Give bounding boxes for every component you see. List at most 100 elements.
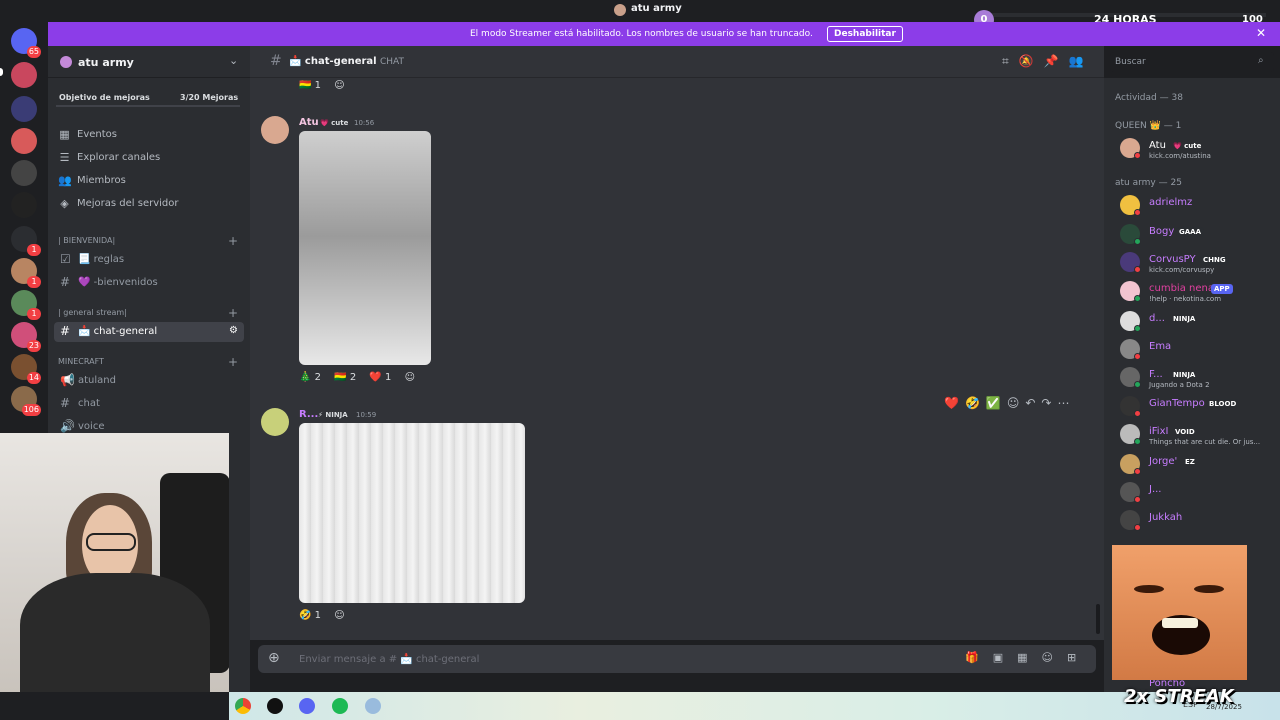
meme-overlay <box>1112 545 1247 680</box>
message-timestamp: 10:56 <box>354 119 375 127</box>
calendar-icon: ▦ <box>59 128 70 141</box>
server-icon <box>60 56 72 68</box>
server-icon[interactable]: 106 <box>11 386 41 416</box>
status-dot <box>1134 238 1141 245</box>
channel-chat[interactable]: # chat <box>54 394 244 414</box>
member-item[interactable]: Atu 💗 cute kick.com/atustina <box>1120 138 1280 162</box>
boost-goal[interactable]: Objetivo de mejoras 3/20 Mejoras <box>56 90 240 107</box>
header-toolbar[interactable]: ⌗🔕📌👥 <box>1002 54 1094 69</box>
member-item[interactable]: CorvusPY CHNG kick.com/corvuspy <box>1120 252 1280 276</box>
role-tag: ⚡ NINJA <box>318 411 348 419</box>
folder-icon[interactable] <box>11 96 37 122</box>
category-minecraft[interactable]: MINECRAFT + <box>58 355 244 371</box>
server-icon[interactable] <box>11 192 37 218</box>
channel-atuland[interactable]: 📢 atuland <box>54 371 244 391</box>
selected-pill <box>0 68 3 76</box>
app-icon[interactable] <box>365 698 381 714</box>
spotify-icon[interactable] <box>332 698 348 714</box>
search-icon: ⌕ <box>1258 55 1264 66</box>
member-item[interactable]: d... NINJA <box>1120 311 1280 335</box>
window-title: atu army <box>631 3 682 14</box>
nav-events[interactable]: ▦ Eventos <box>58 126 244 146</box>
list-icon: ☰ <box>59 151 70 164</box>
disable-streamer-button[interactable]: Deshabilitar <box>827 26 903 42</box>
category-general[interactable]: | general stream| + <box>58 306 244 322</box>
add-reaction-icon[interactable]: ☺ <box>334 610 344 621</box>
status-dot <box>1134 496 1141 503</box>
reaction[interactable]: 🎄 2 <box>299 372 321 383</box>
server-icon[interactable]: 1 <box>11 258 41 288</box>
add-reaction-icon[interactable]: ☺ <box>405 372 415 383</box>
server-icon[interactable] <box>11 128 37 154</box>
chat-header: # 📩 chat-general CHAT ⌗🔕📌👥 <box>250 46 1104 78</box>
server-atu-army[interactable] <box>11 62 37 88</box>
message-image[interactable] <box>299 131 431 365</box>
glasses <box>86 533 136 551</box>
member-item[interactable]: Bogy GAAA <box>1120 224 1280 248</box>
message-image[interactable] <box>299 423 525 603</box>
webcam-overlay <box>0 433 229 692</box>
category-welcome[interactable]: | BIENVENIDA| + <box>58 234 244 250</box>
streak-overlay-text: 2x STREAK <box>1124 686 1234 707</box>
hash-icon: # <box>60 324 71 338</box>
channel-reglas[interactable]: ☑ 📃 reglas <box>54 250 244 270</box>
member-item[interactable]: Jorge' EZ <box>1120 454 1280 478</box>
reaction[interactable]: ❤️ 1 <box>369 372 391 383</box>
status-dot <box>1134 295 1141 302</box>
chevron-down-icon: ⌄ <box>229 54 239 67</box>
nav-boosts[interactable]: ◈ Mejoras del servidor <box>58 195 244 215</box>
avatar[interactable] <box>261 408 289 436</box>
server-icon[interactable] <box>11 160 37 186</box>
member-item[interactable]: J... <box>1120 482 1280 506</box>
nav-members[interactable]: 👥 Miembros <box>58 172 244 192</box>
channel-settings-icon[interactable]: ⚙ <box>229 325 238 336</box>
close-icon[interactable]: ✕ <box>1256 26 1266 40</box>
input-toolbar[interactable]: 🎁▣▦☺⊞ <box>965 651 1090 664</box>
scrollbar[interactable] <box>1096 604 1100 634</box>
member-item[interactable]: adrielmz <box>1120 195 1280 219</box>
chrome-icon[interactable] <box>235 698 251 714</box>
teeth <box>1162 618 1198 628</box>
avatar[interactable] <box>261 116 289 144</box>
reaction-row: 🎄 2 🇧🇴 2 ❤️ 1 ☺ <box>299 372 425 390</box>
member-item[interactable]: F... NINJA Jugando a Dota 2 <box>1120 367 1280 391</box>
army-header: atu army — 25 <box>1115 178 1182 188</box>
channel-title: 📩 chat-general <box>289 56 377 67</box>
taskbar <box>229 692 1280 720</box>
message-input[interactable]: ⊕ Enviar mensaje a # 📩 chat-general 🎁▣▦☺… <box>258 645 1096 673</box>
member-item[interactable]: Jukkah <box>1120 510 1280 534</box>
nav-explore[interactable]: ☰ Explorar canales <box>58 149 244 169</box>
channel-chat-general[interactable]: # 📩 chat-general ⚙ <box>54 322 244 342</box>
server-header[interactable]: atu army ⌄ <box>48 46 250 78</box>
message-author[interactable]: Atu <box>299 117 319 128</box>
reaction[interactable]: 🇧🇴 2 <box>334 372 356 383</box>
search-input[interactable]: Buscar ⌕ <box>1110 52 1274 72</box>
channel-bienvenidos[interactable]: # 💜 -bienvenidos <box>54 273 244 293</box>
add-channel-icon[interactable]: + <box>228 306 238 320</box>
add-reaction-icon[interactable]: ☺ <box>334 80 344 91</box>
server-icon[interactable]: 1 <box>11 226 41 256</box>
member-item[interactable]: GianTempo BLOOD <box>1120 396 1280 420</box>
server-icon[interactable]: 1 <box>11 290 41 320</box>
status-dot <box>1134 209 1141 216</box>
message-author[interactable]: R... <box>299 409 318 420</box>
obs-icon[interactable] <box>267 698 283 714</box>
member-item[interactable]: iFixI VOID Things that are cut die. Or jus… <box>1120 424 1280 448</box>
add-channel-icon[interactable]: + <box>228 234 238 248</box>
message-hover-toolbar[interactable]: ❤️🤣✅☺↶↷⋯ <box>944 396 1075 410</box>
reaction[interactable]: 🤣 1 <box>299 610 321 621</box>
queen-header: QUEEN 👑 — 1 <box>1115 121 1182 131</box>
activity-header: Actividad — 38 <box>1115 93 1183 103</box>
member-item[interactable]: Ema <box>1120 339 1280 363</box>
server-icon[interactable]: 14 <box>11 354 41 384</box>
add-channel-icon[interactable]: + <box>228 355 238 369</box>
member-item[interactable]: cumbia nena APP !help · nekotina.com <box>1120 281 1280 305</box>
discord-home-icon[interactable]: 65 <box>11 28 41 58</box>
reaction[interactable]: 🇧🇴 1 <box>299 80 321 91</box>
speaker-icon: 🔊 <box>60 419 75 433</box>
message-timestamp: 10:59 <box>356 411 377 419</box>
add-attachment-icon[interactable]: ⊕ <box>268 650 280 666</box>
discord-icon[interactable] <box>299 698 315 714</box>
reaction-row: 🤣 1 ☺ <box>299 610 355 628</box>
server-icon[interactable]: 23 <box>11 322 41 352</box>
